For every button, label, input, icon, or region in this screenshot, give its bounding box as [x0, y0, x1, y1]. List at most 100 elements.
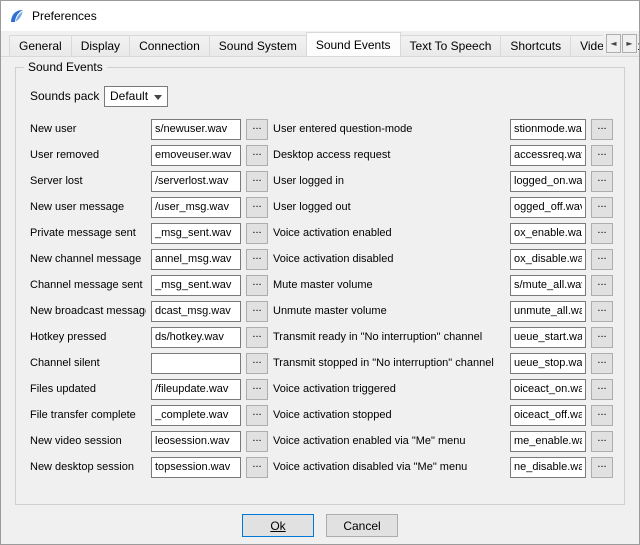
window-title: Preferences: [32, 9, 97, 23]
sound-file-input[interactable]: [151, 353, 241, 374]
sounds-pack-select[interactable]: Default: [104, 86, 168, 107]
sound-event-label: Private message sent: [30, 220, 146, 246]
sound-event-label: Voice activation enabled via "Me" menu: [273, 428, 505, 454]
sound-file-input[interactable]: [510, 171, 586, 192]
browse-button[interactable]: ...: [591, 379, 613, 400]
browse-button[interactable]: ...: [591, 223, 613, 244]
sound-event-label: New channel message: [30, 246, 146, 272]
sound-file-input[interactable]: [510, 223, 586, 244]
sound-file-input[interactable]: [510, 379, 586, 400]
sound-file-input[interactable]: [151, 275, 241, 296]
tab-sound-events[interactable]: Sound Events: [306, 32, 401, 57]
browse-button[interactable]: ...: [246, 379, 268, 400]
browse-button[interactable]: ...: [246, 405, 268, 426]
browse-button[interactable]: ...: [591, 171, 613, 192]
sound-event-label: User removed: [30, 142, 146, 168]
tab-general[interactable]: General: [9, 35, 72, 56]
sound-file-input[interactable]: [151, 301, 241, 322]
chevron-down-icon: [154, 95, 162, 100]
sound-event-label: Voice activation disabled via "Me" menu: [273, 454, 505, 480]
cancel-button[interactable]: Cancel: [326, 514, 398, 537]
sound-event-label: Server lost: [30, 168, 146, 194]
tab-connection[interactable]: Connection: [129, 35, 210, 56]
dialog-buttons: Ok Cancel: [15, 514, 625, 537]
ok-button[interactable]: Ok: [242, 514, 314, 537]
tab-text-to-speech[interactable]: Text To Speech: [400, 35, 502, 56]
sound-file-input[interactable]: [510, 431, 586, 452]
browse-button[interactable]: ...: [246, 327, 268, 348]
browse-button[interactable]: ...: [591, 353, 613, 374]
browse-button[interactable]: ...: [246, 119, 268, 140]
sound-events-groupbox: Sound Events Sounds pack Default New use…: [15, 67, 625, 505]
sound-file-input[interactable]: [510, 197, 586, 218]
sound-file-input[interactable]: [151, 327, 241, 348]
tab-scroll-left-icon[interactable]: ◄: [606, 34, 621, 53]
sounds-pack-row: Sounds pack Default: [30, 84, 612, 108]
browse-button[interactable]: ...: [591, 327, 613, 348]
browse-button[interactable]: ...: [591, 431, 613, 452]
browse-button[interactable]: ...: [246, 249, 268, 270]
sound-file-input[interactable]: [151, 197, 241, 218]
sound-file-input[interactable]: [510, 405, 586, 426]
browse-button[interactable]: ...: [246, 353, 268, 374]
sound-file-input[interactable]: [151, 145, 241, 166]
tab-scroll-right-icon[interactable]: ►: [622, 34, 637, 53]
browse-button[interactable]: ...: [591, 275, 613, 296]
sound-file-input[interactable]: [510, 249, 586, 270]
sound-file-input[interactable]: [510, 119, 586, 140]
browse-button[interactable]: ...: [591, 197, 613, 218]
sound-event-label: Voice activation triggered: [273, 376, 505, 402]
browse-button[interactable]: ...: [246, 145, 268, 166]
sound-event-label: Channel silent: [30, 350, 146, 376]
tab-shortcuts[interactable]: Shortcuts: [500, 35, 571, 56]
app-icon: [9, 8, 25, 24]
sound-event-label: New video session: [30, 428, 146, 454]
browse-button[interactable]: ...: [591, 405, 613, 426]
tabstrip: GeneralDisplayConnectionSound SystemSoun…: [1, 31, 639, 57]
browse-button[interactable]: ...: [246, 223, 268, 244]
browse-button[interactable]: ...: [246, 301, 268, 322]
sound-file-input[interactable]: [510, 145, 586, 166]
browse-button[interactable]: ...: [246, 171, 268, 192]
tab-display[interactable]: Display: [71, 35, 130, 56]
sound-file-input[interactable]: [151, 379, 241, 400]
sound-event-label: New desktop session: [30, 454, 146, 480]
sound-event-label: Transmit stopped in "No interruption" ch…: [273, 350, 505, 376]
sound-event-label: Hotkey pressed: [30, 324, 146, 350]
sound-file-input[interactable]: [151, 223, 241, 244]
browse-button[interactable]: ...: [246, 457, 268, 478]
tab-sound-system[interactable]: Sound System: [209, 35, 307, 56]
browse-button[interactable]: ...: [246, 275, 268, 296]
sound-file-input[interactable]: [151, 431, 241, 452]
tab-scroller: ◄ ►: [603, 33, 638, 54]
sound-file-input[interactable]: [151, 457, 241, 478]
sound-file-input[interactable]: [510, 301, 586, 322]
sound-file-input[interactable]: [510, 353, 586, 374]
sound-file-input[interactable]: [151, 171, 241, 192]
browse-button[interactable]: ...: [591, 301, 613, 322]
sound-event-label: Voice activation stopped: [273, 402, 505, 428]
browse-button[interactable]: ...: [591, 249, 613, 270]
sound-event-label: Files updated: [30, 376, 146, 402]
browse-button[interactable]: ...: [591, 119, 613, 140]
sound-event-label: User logged out: [273, 194, 505, 220]
browse-button[interactable]: ...: [591, 457, 613, 478]
sound-event-label: Mute master volume: [273, 272, 505, 298]
sound-file-input[interactable]: [510, 275, 586, 296]
sound-event-label: Unmute master volume: [273, 298, 505, 324]
browse-button[interactable]: ...: [591, 145, 613, 166]
sound-events-page: Sound Events Sounds pack Default New use…: [1, 58, 639, 544]
sound-event-label: New broadcast message: [30, 298, 146, 324]
sound-file-input[interactable]: [510, 327, 586, 348]
sound-file-input[interactable]: [510, 457, 586, 478]
sound-file-input[interactable]: [151, 405, 241, 426]
sound-event-label: Transmit ready in "No interruption" chan…: [273, 324, 505, 350]
browse-button[interactable]: ...: [246, 431, 268, 452]
sound-event-label: New user: [30, 116, 146, 142]
sound-file-input[interactable]: [151, 249, 241, 270]
sound-event-label: User logged in: [273, 168, 505, 194]
titlebar: Preferences: [1, 1, 639, 31]
browse-button[interactable]: ...: [246, 197, 268, 218]
sound-event-label: User entered question-mode: [273, 116, 505, 142]
sound-file-input[interactable]: [151, 119, 241, 140]
